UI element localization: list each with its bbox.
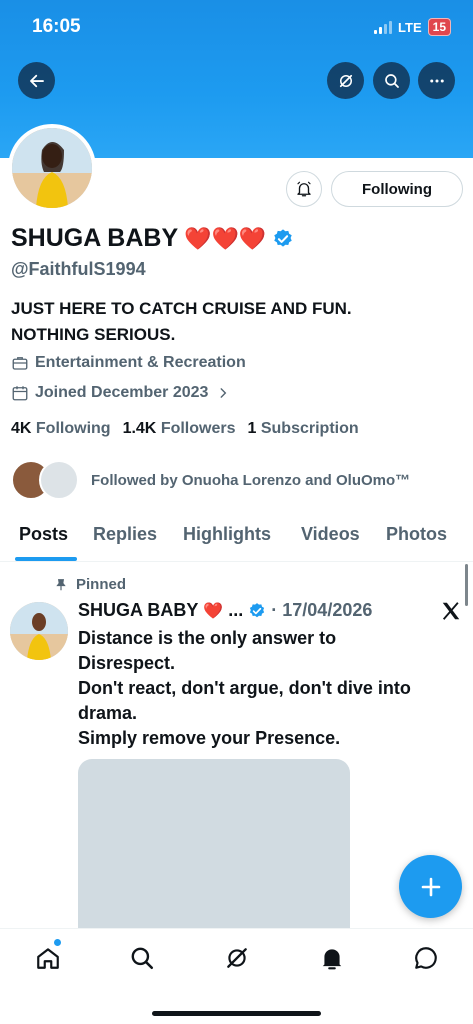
post-author-name[interactable]: SHUGA BABY: [78, 600, 198, 621]
following-button[interactable]: Following: [331, 171, 463, 207]
search-button[interactable]: [373, 62, 410, 99]
followed-by-text: Followed by Onuoha Lorenzo and OluOmo™: [91, 471, 411, 489]
notification-bell-icon: [297, 181, 311, 197]
active-tab-indicator: [15, 557, 77, 561]
back-arrow-icon: [29, 74, 44, 87]
profile-tabs: Posts Replies Highlights Videos Photos: [0, 516, 473, 562]
nav-grok[interactable]: [222, 943, 252, 973]
compose-button[interactable]: [399, 855, 462, 918]
search-icon: [384, 73, 399, 88]
verified-badge-icon[interactable]: [272, 228, 294, 250]
author-ellipsis: ...: [228, 600, 244, 620]
pin-icon: [56, 578, 66, 590]
category-text: Entertainment & Recreation: [35, 354, 246, 371]
grok-icon: [227, 948, 247, 968]
joined-text: Joined December 2023: [35, 384, 209, 401]
nav-messages[interactable]: [411, 943, 441, 973]
pinned-text: Pinned: [76, 576, 127, 593]
tab-photos[interactable]: Photos: [386, 524, 447, 545]
pinned-label: Pinned: [54, 576, 126, 593]
search-icon: [131, 947, 154, 970]
grok-icon: [339, 74, 352, 87]
avatar-image: [12, 128, 92, 208]
post-date[interactable]: · 17/04/2026: [271, 600, 372, 621]
profile-joined[interactable]: Joined December 2023: [11, 384, 230, 402]
bottom-navigation: [0, 928, 473, 1024]
plus-icon: [421, 877, 440, 896]
x-logo-icon: [440, 600, 462, 628]
tab-posts[interactable]: Posts: [19, 524, 68, 545]
followers-count-link[interactable]: 1.4K Followers: [123, 420, 236, 438]
bio-line: NOTHING SERIOUS.: [11, 325, 176, 344]
signal-icon: [374, 20, 393, 34]
scrollbar[interactable]: [465, 564, 468, 606]
post-text-line: Simply remove your Presence.: [78, 728, 341, 748]
tab-highlights[interactable]: Highlights: [183, 524, 271, 545]
post-text: Distance is the only answer to Disrespec…: [78, 626, 458, 751]
battery-icon: 15: [427, 18, 451, 36]
author-emoji: ❤️: [203, 602, 224, 620]
nav-home[interactable]: [33, 943, 63, 973]
status-time: 16:05: [32, 16, 81, 37]
status-right: LTE 15: [374, 18, 451, 36]
status-bar: 16:05 LTE 15: [0, 16, 473, 42]
nav-notifications[interactable]: [317, 943, 347, 973]
followed-by-row[interactable]: Followed by Onuoha Lorenzo and OluOmo™: [11, 460, 410, 500]
profile-name: SHUGA BABY ❤️❤️❤️: [11, 224, 294, 253]
briefcase-icon: [12, 357, 28, 370]
more-icon: [429, 79, 444, 82]
home-icon: [37, 948, 59, 969]
chevron-right-icon: [220, 388, 227, 398]
nav-search[interactable]: [127, 943, 157, 973]
profile-bio: JUST HERE TO CATCH CRUISE AND FUN. NOTHI…: [11, 296, 431, 348]
following-count-link[interactable]: 4K Following: [11, 420, 111, 438]
post-text-line: Don't react, don't argue, don't dive int…: [78, 678, 411, 698]
post-text-line: Disrespect.: [78, 653, 176, 673]
profile-name-text: SHUGA BABY: [11, 224, 179, 252]
unread-dot: [54, 939, 61, 946]
more-button[interactable]: [418, 62, 455, 99]
messages-icon: [415, 947, 437, 969]
bio-line: JUST HERE TO CATCH CRUISE AND FUN.: [11, 299, 352, 318]
tab-replies[interactable]: Replies: [93, 524, 157, 545]
avatar-image: [10, 602, 68, 660]
grok-button[interactable]: [327, 62, 364, 99]
profile-handle: @FaithfulS1994: [11, 259, 146, 279]
post-text-line: Distance is the only answer to: [78, 628, 337, 648]
profile-avatar[interactable]: [8, 124, 96, 212]
name-emoji: ❤️❤️❤️: [184, 225, 267, 251]
post-text-line: drama.: [78, 703, 138, 723]
network-label: LTE: [398, 19, 422, 35]
subscription-count-link[interactable]: 1 Subscription: [248, 420, 359, 438]
calendar-icon: [12, 386, 28, 401]
profile-category: Entertainment & Recreation: [11, 354, 246, 372]
verified-badge-icon: [250, 602, 265, 617]
tab-videos[interactable]: Videos: [301, 524, 360, 545]
home-indicator: [152, 1011, 321, 1016]
post-author-avatar[interactable]: [10, 602, 68, 660]
follower-avatar: [39, 460, 79, 500]
post-header: SHUGA BABY ❤️... · 17/04/2026: [78, 600, 372, 621]
notifications-toggle-button[interactable]: [286, 171, 322, 207]
notification-bell-icon: [322, 949, 342, 970]
profile-counts: 4K Following 1.4K Followers 1 Subscripti…: [11, 420, 359, 438]
back-button[interactable]: [18, 62, 55, 99]
